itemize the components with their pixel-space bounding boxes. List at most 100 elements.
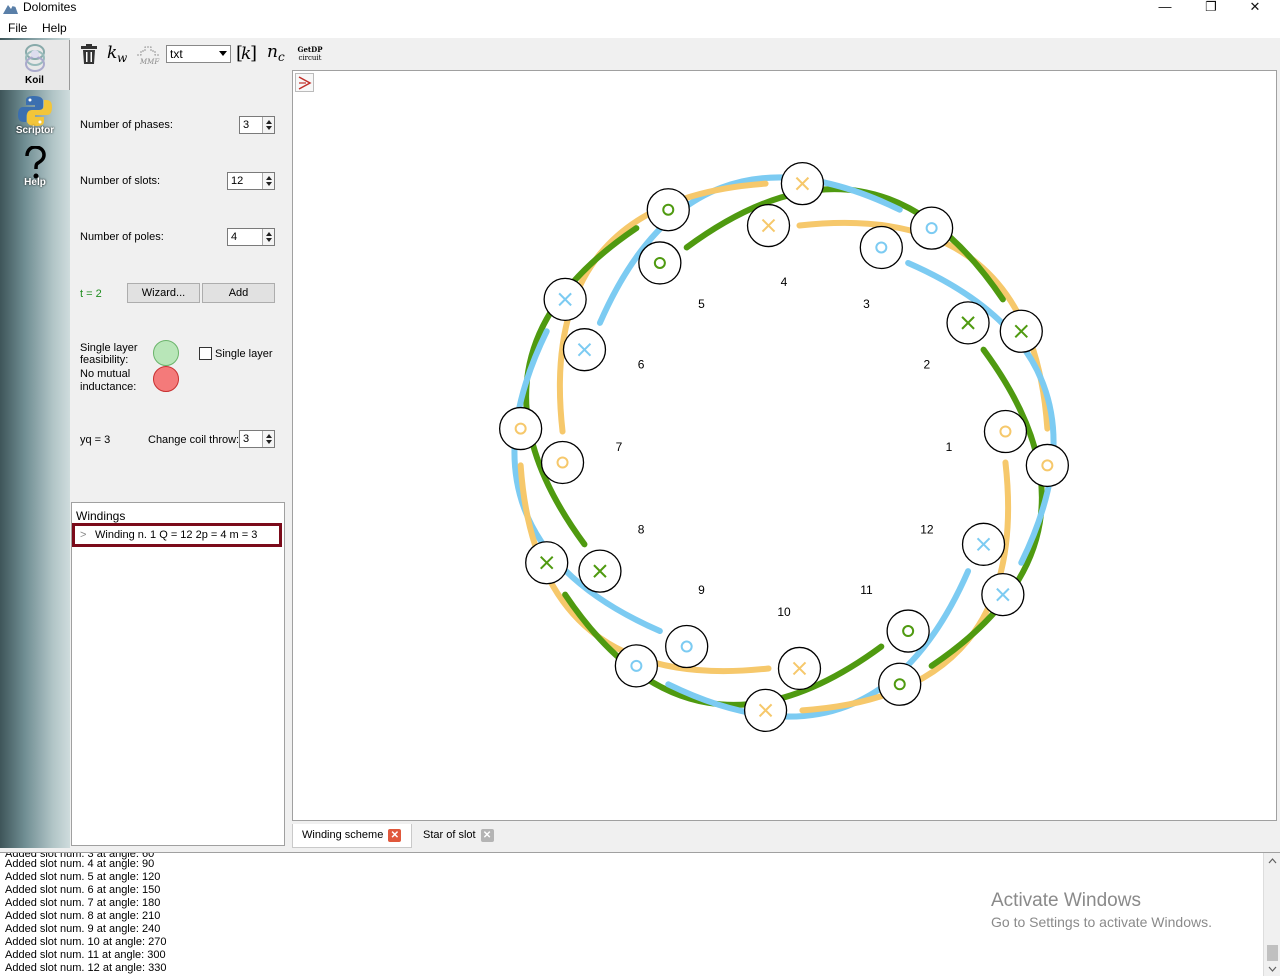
yq-text: yq = 3 (80, 434, 111, 446)
menu-file[interactable]: File (8, 21, 27, 35)
k-bracket-icon: [ k ] (236, 43, 257, 64)
slot-conductor[interactable] (540, 440, 585, 485)
turns-button[interactable]: n c (266, 40, 290, 68)
slot-conductor[interactable] (743, 688, 788, 733)
coil-arc (683, 186, 1006, 303)
delete-button[interactable] (78, 40, 100, 68)
slot-number-label: 9 (698, 583, 705, 597)
winding-list-item[interactable]: > Winding n. 1 Q = 12 2p = 4 m = 3 (72, 523, 282, 547)
slot-conductor[interactable] (946, 301, 990, 345)
getdp-circuit-button[interactable]: GetDP circuit (294, 40, 326, 68)
watermark-line1: Activate Windows (991, 890, 1141, 911)
coil-throw-spinbox[interactable]: 3 (239, 430, 275, 448)
slot-conductor[interactable] (983, 409, 1028, 454)
slot-conductor[interactable] (878, 662, 922, 706)
app-window: Dolomites — ❐ ✕ File Help Koil Scriptor … (0, 0, 1280, 976)
log-line: Added slot num. 7 at angle: 180 (5, 897, 161, 909)
slot-conductor[interactable] (665, 624, 709, 669)
mutual-label-line1: No mutual (80, 368, 131, 380)
mmf-button[interactable]: MMF (136, 40, 162, 68)
spin-up-icon[interactable] (266, 176, 272, 180)
slot-conductor[interactable] (1025, 443, 1070, 488)
slot-number-label: 6 (638, 358, 645, 372)
slot-conductor[interactable] (909, 206, 954, 250)
close-button[interactable]: ✕ (1232, 0, 1278, 17)
mutual-inductance-indicator (153, 366, 179, 392)
conductor-circle (665, 624, 709, 669)
close-tab-icon[interactable]: ✕ (388, 828, 402, 842)
conductor-circle (498, 406, 543, 451)
spin-up-icon[interactable] (266, 434, 272, 438)
log-scrollbar[interactable] (1263, 853, 1280, 976)
sidebar-item-koil[interactable]: Koil (0, 40, 70, 90)
slot-labels: 123456789101112 (616, 275, 953, 619)
slot-conductor[interactable] (777, 646, 822, 691)
svg-text:c: c (278, 50, 285, 64)
spin-up-icon[interactable] (266, 232, 272, 236)
menu-help[interactable]: Help (42, 21, 67, 35)
export-pdf-button[interactable] (295, 73, 314, 92)
slot-conductor[interactable] (562, 328, 607, 372)
sidebar-item-scriptor[interactable]: Scriptor (0, 94, 70, 142)
slot-conductor[interactable] (780, 161, 825, 206)
dolomites-app-icon (3, 3, 18, 14)
log-line: Added slot num. 11 at angle: 300 (5, 949, 166, 961)
slot-conductor[interactable] (961, 522, 1006, 566)
winding-factor-button[interactable]: k w (106, 40, 132, 68)
windings-header: Windings (76, 509, 126, 523)
slot-conductor[interactable] (999, 309, 1043, 353)
slot-conductor[interactable] (498, 406, 543, 451)
pdf-icon (298, 76, 312, 90)
tab-label: Star of slot (423, 829, 476, 841)
slot-number-label: 8 (638, 523, 645, 537)
spin-down-icon[interactable] (266, 126, 272, 130)
log-line: Added slot num. 8 at angle: 210 (5, 910, 161, 922)
coil-arc (562, 591, 885, 708)
svg-text:MMF: MMF (139, 58, 160, 66)
k-matrix-button[interactable]: [ k ] (235, 40, 257, 68)
getdp-label: GetDP (297, 45, 323, 54)
format-select[interactable]: txt (166, 45, 231, 63)
minimize-button[interactable]: — (1142, 0, 1188, 17)
slot-conductor[interactable] (525, 541, 569, 585)
log-line: Added slot num. 5 at angle: 120 (5, 871, 161, 883)
slot-conductor[interactable] (886, 609, 930, 653)
chevron-down-icon (219, 51, 227, 56)
slot-conductor[interactable] (638, 241, 682, 285)
slot-conductors (498, 161, 1070, 733)
slot-conductor[interactable] (646, 188, 690, 232)
restore-button[interactable]: ❐ (1188, 0, 1234, 17)
poles-spinbox[interactable]: 4 (227, 228, 275, 246)
spin-down-icon[interactable] (266, 182, 272, 186)
format-select-value: txt (170, 47, 183, 61)
slot-conductor[interactable] (578, 549, 622, 593)
toolbar: k w MMF txt [ k ] n c GetDP circuit (72, 40, 352, 68)
tab-star-of-slot[interactable]: Star of slot ✕ (414, 824, 514, 848)
tab-winding-scheme[interactable]: Winding scheme ✕ (292, 824, 412, 848)
spin-down-icon[interactable] (266, 238, 272, 242)
spin-up-icon[interactable] (266, 120, 272, 124)
spin-down-icon[interactable] (266, 440, 272, 444)
phases-spinbox[interactable]: 3 (239, 116, 275, 134)
menu-bar: File Help (0, 17, 1280, 38)
mmf-wave-icon: MMF (137, 46, 160, 66)
tab-label: Winding scheme (302, 829, 384, 841)
winding-scheme-canvas[interactable]: 1 2 3 4 5 6 7 8 9 10 11 12 (292, 70, 1277, 821)
single-layer-checkbox[interactable] (199, 347, 212, 360)
sidebar-item-help[interactable]: Help (0, 145, 70, 194)
add-button[interactable]: Add (202, 283, 275, 303)
slot-conductor[interactable] (859, 225, 903, 270)
python-icon (18, 96, 52, 126)
slots-spinbox[interactable]: 12 (227, 172, 275, 190)
slot-conductor[interactable] (981, 572, 1025, 617)
activate-windows-watermark: Activate Windows Go to Settings to activ… (991, 890, 1212, 932)
svg-text:w: w (117, 51, 128, 64)
close-tab-icon[interactable]: ✕ (480, 828, 494, 842)
slot-conductor[interactable] (614, 644, 659, 688)
slot-conductor[interactable] (746, 203, 791, 248)
wizard-button[interactable]: Wizard... (127, 283, 200, 303)
chevron-right-icon[interactable]: > (80, 526, 86, 544)
slot-conductor[interactable] (543, 277, 587, 322)
log-line: Added slot num. 9 at angle: 240 (5, 923, 161, 935)
title-bar: Dolomites — ❐ ✕ (0, 0, 1280, 17)
